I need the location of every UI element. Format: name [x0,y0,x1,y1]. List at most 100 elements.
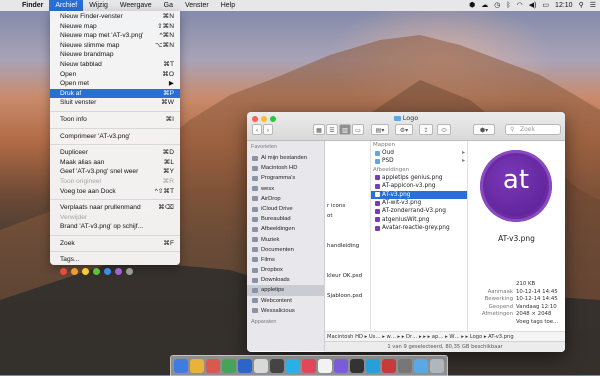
menu-weergave[interactable]: Weergave [114,0,158,11]
menu-item[interactable]: Voeg toe aan Dock ^⇧⌘T [50,187,180,197]
file-row[interactable]: AT-v3.png [371,190,467,199]
search-field[interactable]: ⚲ Zoek [505,124,561,135]
column-row[interactable] [325,251,370,261]
sidebar-item[interactable]: Al mijn bestanden [247,153,324,163]
menu-item[interactable]: Druk af ⌘P [50,88,180,99]
column-row[interactable]: r icons [325,201,370,211]
menu-item[interactable]: Nieuw tabblad ⌘T [50,60,180,70]
menu-item[interactable]: Geef 'AT-v3.png' snel weer ⌘Y [50,167,180,177]
dock-app-icon[interactable] [350,359,364,373]
file-row[interactable]: AT-appicon-v3.png [371,182,467,190]
menu-item[interactable]: Zoek ⌘F [50,239,180,249]
sidebar-item[interactable]: Downloads [247,275,324,285]
menu-item[interactable]: Open ⌘O [50,70,180,80]
dock-app-icon[interactable] [286,359,300,373]
column-row[interactable]: kleur OK.psd [325,271,370,281]
dock-app-icon[interactable] [222,359,236,373]
wifi-icon[interactable]: ◠ [517,0,523,11]
sidebar-item[interactable]: Wesxalicious [247,306,324,316]
dock-app-icon[interactable] [254,359,268,373]
cloud-icon[interactable]: ☁ [481,0,488,11]
sidebar-item[interactable]: Films [247,255,324,265]
dock-app-icon[interactable] [366,359,380,373]
tag-color-dot[interactable] [104,268,111,276]
column-row[interactable]: Sjabloon.psd [325,291,370,301]
tag-color-dot[interactable] [93,268,100,276]
file-row[interactable]: Avatar-reactie-grey.png [371,224,467,232]
sidebar-item[interactable]: appletips [247,285,324,296]
file-row[interactable]: appletips genius.png [371,174,467,182]
coverflow-view-button[interactable]: ▭ [352,124,364,135]
menu-item[interactable]: Comprimeer 'AT-v3.png' [50,132,180,142]
menu-item[interactable]: Tags... [50,255,180,265]
dropbox-icon[interactable]: ⬢ [469,0,475,11]
menu-item[interactable]: Nieuwe slimme map ⌥⌘N [50,41,180,51]
tag-color-dot[interactable] [60,268,67,276]
tag-button[interactable]: ⬭ [437,124,451,135]
menu-ga[interactable]: Ga [158,0,179,11]
menu-item[interactable]: Sluit venster ⌘W [50,98,180,108]
spotlight-icon[interactable]: ⚲ [579,0,584,11]
dock-app-icon[interactable] [238,359,252,373]
column-row[interactable] [325,161,370,171]
menu-item[interactable]: Nieuw Finder-venster ⌘N [50,12,180,22]
dock-app-icon[interactable] [206,359,220,373]
action-button[interactable]: ⚙▾ [395,124,413,135]
menu-item[interactable]: Nieuwe map ⇧⌘N [50,22,180,32]
menu-item[interactable]: Open met ▶ [50,79,180,89]
column-row[interactable] [325,171,370,181]
column-view-button[interactable]: ▥ [339,124,351,135]
sidebar-item[interactable]: Webcontent [247,296,324,306]
menu-item[interactable]: Dupliceer ⌘D [50,148,180,158]
sidebar-item[interactable]: Dropbox [247,265,324,275]
dock-app-icon[interactable] [190,359,204,373]
add-tags-link[interactable]: Voeg tags toe... [516,319,558,327]
menu-help[interactable]: Help [215,0,241,11]
volume-icon[interactable]: ◀) [529,0,537,11]
menu-item[interactable]: Nieuwe map met 'AT-v3.png' ^⌘N [50,31,180,41]
file-row[interactable]: atgeniusWit.png [371,216,467,224]
column-row[interactable] [325,141,370,151]
sidebar-item[interactable]: AirDrop [247,194,324,204]
file-row[interactable]: AT-wit-v3.png [371,199,467,207]
column-row[interactable] [325,281,370,291]
share-button[interactable]: ⇪ [419,124,433,135]
dock-app-icon[interactable] [414,359,428,373]
battery-icon[interactable]: ▭ [542,0,549,11]
column-row[interactable] [325,151,370,161]
dock-app-icon[interactable] [382,359,396,373]
sidebar-item[interactable]: wesx [247,184,324,194]
menu-item[interactable]: Verplaats naar prullenmand ⌘⌫ [50,203,180,213]
column-row[interactable] [325,261,370,271]
sidebar-item[interactable]: Macintosh HD [247,163,324,173]
sidebar-item[interactable]: Afbeeldingen [247,224,324,234]
dock-app-icon[interactable] [334,359,348,373]
column-row[interactable]: handleiding [325,241,370,251]
notification-center-icon[interactable]: ☰ [590,0,596,11]
dock-app-icon[interactable] [302,359,316,373]
column-row[interactable] [325,181,370,191]
column-row[interactable] [325,231,370,241]
forward-button[interactable]: › [263,124,273,135]
menu-item[interactable]: Maak alias aan ⌘L [50,158,180,168]
list-view-button[interactable]: ☰ [326,124,338,135]
tag-color-dot[interactable] [126,268,133,276]
sidebar-item[interactable]: Programma's [247,173,324,183]
tag-color-dot[interactable] [115,268,122,276]
column-row[interactable] [325,191,370,201]
menu-finder[interactable]: Finder [16,0,49,11]
timemachine-icon[interactable]: ◷ [494,0,500,11]
menu-item[interactable]: Nieuwe brandmap [50,50,180,60]
sidebar-item[interactable]: iCloud Drive [247,204,324,214]
file-row[interactable]: AT-zonderrand-V3.png [371,207,467,215]
folder-row[interactable]: PSD ▸ [371,157,467,165]
menu-item[interactable]: Toon info ⌘I [50,115,180,125]
back-button[interactable]: ‹ [252,124,262,135]
sidebar-item[interactable]: Documenten [247,245,324,255]
icon-view-button[interactable]: ▦ [313,124,325,135]
dock-app-icon[interactable] [318,359,332,373]
dock-app-icon[interactable] [174,359,188,373]
folder-row[interactable]: Oud ▸ [371,149,467,157]
menu-venster[interactable]: Venster [179,0,215,11]
arrange-button[interactable]: ▤▾ [371,124,389,135]
